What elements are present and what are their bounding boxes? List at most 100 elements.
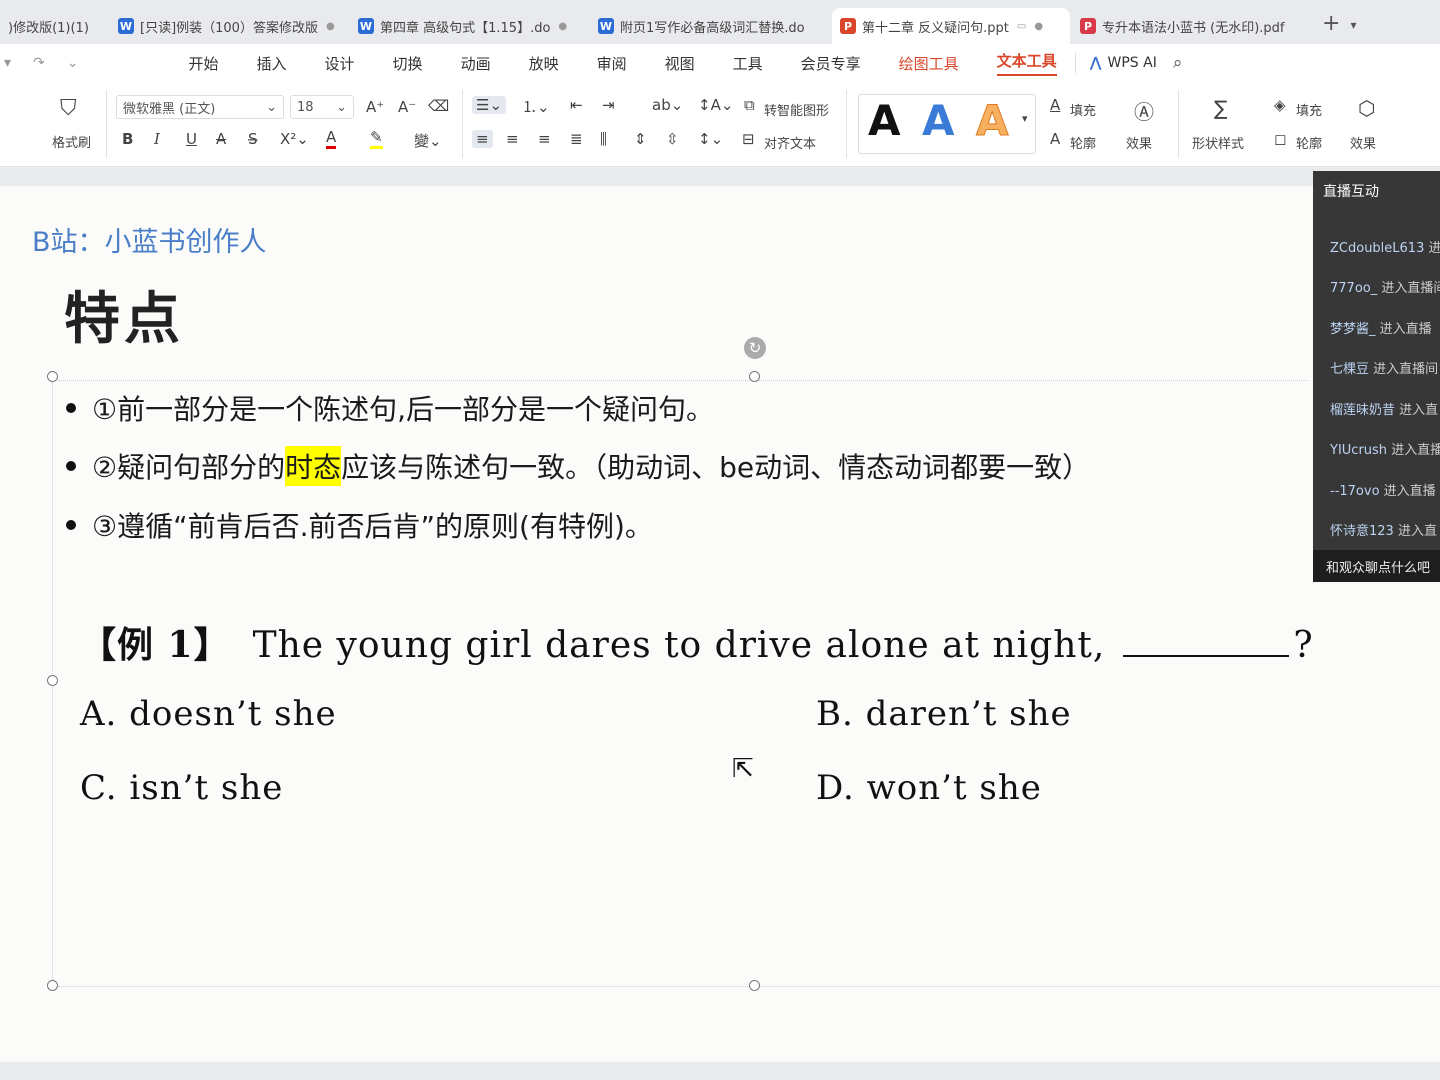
option-a[interactable]: A. doesn’t she: [80, 694, 337, 734]
line-spacing-icon[interactable]: ⇕: [634, 130, 647, 148]
menu-insert[interactable]: 插入: [257, 53, 287, 74]
distribute-icon[interactable]: ⫼: [600, 130, 607, 148]
live-chat-input[interactable]: 和观众聊点什么吧: [1313, 550, 1440, 582]
option-d[interactable]: D. won’t she: [816, 768, 1042, 808]
align-left-icon[interactable]: ≡: [472, 130, 493, 148]
bullet-list-icon[interactable]: ☰⌄: [472, 96, 507, 114]
option-b[interactable]: B. daren’t she: [816, 694, 1072, 734]
decrease-font-icon[interactable]: A⁻: [398, 98, 416, 116]
align-center-icon[interactable]: ≡: [506, 130, 519, 148]
resize-handle[interactable]: [749, 371, 760, 382]
text-effect-icon[interactable]: Ⓐ: [1134, 96, 1154, 125]
chevron-down-icon[interactable]: ⌄: [67, 55, 79, 71]
increase-font-icon[interactable]: A⁺: [366, 98, 384, 116]
resize-handle[interactable]: [47, 980, 58, 991]
tab-document-1[interactable]: )修改版(1)(1): [0, 8, 108, 44]
spacing-dropdown-icon[interactable]: ↕⌄: [698, 130, 723, 148]
live-message: 梦梦酱_ 进入直播: [1330, 318, 1432, 337]
shape-outline-label[interactable]: 轮廓: [1296, 133, 1322, 152]
numbered-list-icon[interactable]: ⒈⌄: [522, 96, 550, 117]
align-right-icon[interactable]: ≡: [538, 130, 551, 148]
bullet-item-1[interactable]: ①前一部分是一个陈述句,后一部分是一个疑问句。: [66, 388, 714, 428]
text-fill-label[interactable]: 填充: [1070, 100, 1096, 119]
bold-icon[interactable]: B: [122, 130, 133, 148]
text-outline-icon[interactable]: A: [1050, 130, 1060, 148]
shadow-text-icon[interactable]: S̶: [248, 130, 258, 148]
menu-transition[interactable]: 切换: [393, 53, 423, 74]
highlight-icon[interactable]: ✎: [370, 128, 383, 149]
font-color-icon[interactable]: A: [326, 128, 337, 149]
text-outline-label[interactable]: 轮廓: [1070, 133, 1096, 152]
live-message: 怀诗意123 进入直: [1330, 520, 1437, 539]
example-question[interactable]: 【例 1】 The young girl dares to drive alone…: [80, 616, 1314, 668]
shape-style-label[interactable]: 形状样式: [1192, 133, 1244, 152]
shape-style-icon[interactable]: ∑: [1214, 96, 1227, 120]
tab-label: 附页1写作必备高级词汇替换.do: [620, 20, 805, 36]
phonetic-icon[interactable]: 變⌄: [414, 130, 442, 151]
menu-design[interactable]: 设计: [325, 53, 355, 74]
menu-animation[interactable]: 动画: [461, 53, 491, 74]
text-effect-label[interactable]: 效果: [1126, 133, 1152, 152]
tab-document-active[interactable]: P 第十二章 反义疑问句.ppt ▭ ●: [832, 8, 1070, 44]
chevron-down-icon[interactable]: ▾: [1022, 112, 1028, 125]
strikethrough-icon[interactable]: A: [216, 130, 226, 148]
live-message: --17ovo 进入直播: [1330, 480, 1436, 499]
text-fill-icon[interactable]: A: [1050, 96, 1060, 114]
menu-tools[interactable]: 工具: [733, 53, 763, 74]
rotate-handle-icon[interactable]: ↻: [744, 337, 766, 359]
ribbon-divider: [106, 90, 107, 158]
resize-handle[interactable]: [47, 371, 58, 382]
shape-effect-icon[interactable]: ⬡: [1358, 96, 1375, 120]
redo-icon[interactable]: ↷: [33, 55, 45, 71]
chevron-down-icon[interactable]: ▾: [4, 55, 11, 71]
resize-handle[interactable]: [47, 675, 58, 686]
increase-indent-icon[interactable]: ⇥: [602, 96, 615, 114]
font-name-select[interactable]: 微软雅黑 (正文) ⌄: [116, 95, 284, 119]
decrease-indent-icon[interactable]: ⇤: [570, 96, 583, 114]
text-direction-icon[interactable]: ab⌄: [652, 96, 683, 114]
menu-text-tools[interactable]: 文本工具: [996, 50, 1057, 76]
smart-art-icon[interactable]: ⧉: [744, 96, 755, 114]
align-text-icon[interactable]: ⊟: [742, 130, 755, 148]
underline-icon[interactable]: U: [186, 130, 197, 148]
menu-slideshow[interactable]: 放映: [529, 53, 559, 74]
text-style-black-icon[interactable]: A: [868, 96, 901, 145]
shape-fill-icon[interactable]: ◈: [1274, 96, 1286, 114]
bullet-item-2[interactable]: ②疑问句部分的 时态 应该与陈述句一致。（助动词、be动词、情态动词都要一致）: [66, 446, 1090, 486]
sort-icon[interactable]: ↕A⌄: [698, 96, 733, 114]
new-tab-icon[interactable]: +: [1322, 11, 1340, 36]
option-c[interactable]: C. isn’t she: [80, 768, 283, 808]
menu-member[interactable]: 会员专享: [801, 53, 861, 74]
chevron-down-icon[interactable]: ▾: [1350, 18, 1356, 32]
menu-review[interactable]: 审阅: [597, 53, 627, 74]
text-style-blue-icon[interactable]: A: [922, 96, 955, 145]
superscript-icon[interactable]: X²⌄: [280, 130, 309, 148]
menu-view[interactable]: 视图: [665, 53, 695, 74]
shape-fill-label[interactable]: 填充: [1296, 100, 1322, 119]
clear-format-icon[interactable]: ⌫: [428, 97, 449, 115]
slide-title[interactable]: 特点: [64, 274, 184, 355]
menu-home[interactable]: 开始: [189, 53, 219, 74]
wps-ai-icon: ⋀: [1089, 55, 1102, 71]
format-painter-icon[interactable]: ⛉: [60, 96, 77, 121]
convert-smart-label[interactable]: 转智能图形: [764, 100, 829, 119]
paragraph-spacing-icon[interactable]: ⇳: [666, 130, 679, 148]
text-style-orange-icon[interactable]: A: [976, 96, 1010, 146]
justify-icon[interactable]: ≣: [570, 130, 583, 148]
bullet-text: ①前一部分是一个陈述句,后一部分是一个疑问句。: [92, 393, 715, 426]
tab-document-pdf[interactable]: P 专升本语法小蓝书 (无水印).pdf: [1072, 8, 1306, 44]
search-icon[interactable]: ⌕: [1173, 53, 1183, 73]
shape-outline-icon[interactable]: ◻: [1274, 130, 1286, 148]
resize-handle[interactable]: [749, 980, 760, 991]
font-size-select[interactable]: 18 ⌄: [290, 95, 354, 119]
bullet-item-3[interactable]: ③遵循“前肯后否.前否后肯”的原则(有特例)。: [66, 505, 653, 545]
menu-drawing-tools[interactable]: 绘图工具: [899, 53, 959, 74]
italic-icon[interactable]: I: [154, 130, 160, 148]
align-text-label[interactable]: 对齐文本: [764, 133, 816, 152]
format-painter-label[interactable]: 格式刷: [52, 132, 91, 151]
tab-document-2[interactable]: W [只读]例装（100）答案修改版 ●: [110, 8, 348, 44]
tab-document-3[interactable]: W 第四章 高级句式【1.15】.do ●: [350, 8, 588, 44]
tab-document-4[interactable]: W 附页1写作必备高级词汇替换.do: [590, 8, 830, 44]
wps-ai-button[interactable]: ⋀ WPS AI: [1090, 55, 1157, 71]
shape-effect-label[interactable]: 效果: [1350, 133, 1376, 152]
